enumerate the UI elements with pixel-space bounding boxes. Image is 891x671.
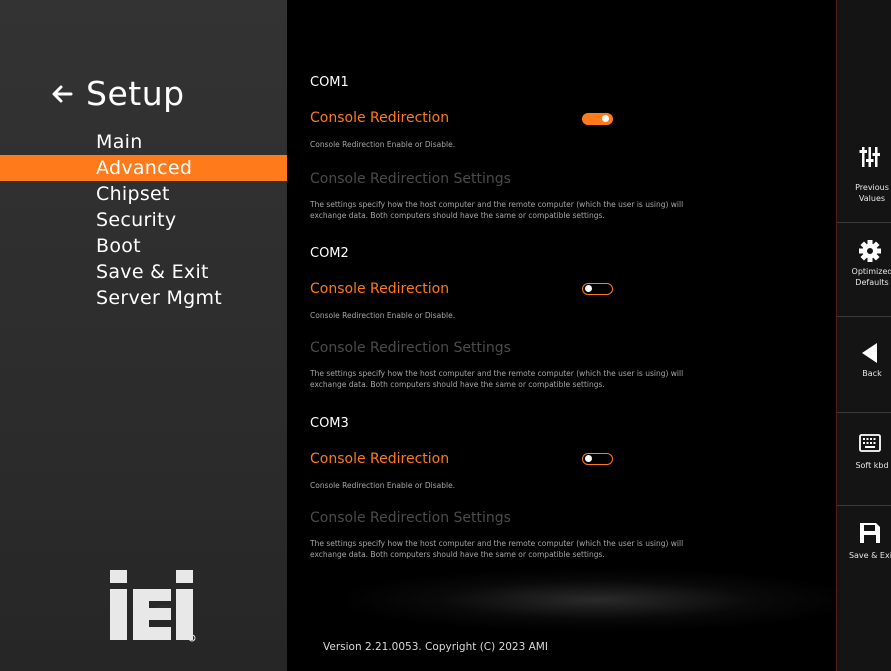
com2-settings-desc-line1: The settings specify how the host comput… [310,369,684,378]
toolbar-divider [837,222,891,223]
com3-heading: COM3 [310,416,349,431]
com2-heading: COM2 [310,246,349,261]
svg-text:R: R [190,636,193,642]
nav-item-main[interactable]: Main [0,129,287,155]
nav-item-boot[interactable]: Boot [0,233,287,259]
main-panel: COM1 Console Redirection Console Redirec… [287,0,836,671]
nav-item-advanced[interactable]: Advanced [0,155,287,181]
gear-icon [859,240,881,262]
com2-console-redirection-settings[interactable]: Console Redirection Settings [310,340,511,356]
nav-item-chipset[interactable]: Chipset [0,181,287,207]
com3-settings-desc-line2: exchange data. Both computers should hav… [310,550,605,559]
com1-settings-desc-line2: exchange data. Both computers should hav… [310,211,605,220]
glow-decoration [347,570,836,630]
previous-values-label: Previous Values [855,183,889,203]
setup-header[interactable]: Setup [50,74,185,113]
setup-title: Setup [86,74,185,113]
com2-console-redirection-toggle[interactable] [582,283,613,295]
save-exit-label: Save & Exit [848,551,891,560]
toggle-knob [602,115,609,122]
back-button[interactable]: Back [837,342,891,422]
back-triangle-icon [862,343,877,363]
back-label: Back [862,369,882,378]
com3-console-redirection-settings[interactable]: Console Redirection Settings [310,510,511,526]
com2-settings-desc-line2: exchange data. Both computers should hav… [310,380,605,389]
sidebar: Setup Main Advanced Chipset Security Boo… [0,0,287,671]
com1-console-redirection-settings[interactable]: Console Redirection Settings [310,171,511,187]
soft-keyboard-button[interactable]: Soft kbd [837,432,891,512]
optimized-defaults-button[interactable]: Optimized Defaults [837,240,891,320]
com1-heading: COM1 [310,75,349,90]
right-toolbar: Previous Values Optimized Defaults Back [836,0,891,671]
toolbar-divider [837,316,891,317]
com1-settings-desc-line1: The settings specify how the host comput… [310,200,684,209]
nav-item-server-mgmt[interactable]: Server Mgmt [0,285,287,311]
com2-console-redirection-label[interactable]: Console Redirection [310,281,449,297]
nav-menu: Main Advanced Chipset Security Boot Save… [0,129,287,311]
toggle-knob [585,285,592,292]
save-exit-button[interactable]: Save & Exit [837,522,891,602]
keyboard-icon [859,434,881,452]
optimized-defaults-label: Optimized Defaults [851,267,891,287]
back-arrow-icon[interactable] [50,82,74,106]
com3-console-redirection-toggle[interactable] [582,453,613,465]
com1-console-redirection-desc: Console Redirection Enable or Disable. [310,140,456,149]
previous-values-button[interactable]: Previous Values [837,146,891,226]
toolbar-divider [837,505,891,506]
nav-item-security[interactable]: Security [0,207,287,233]
com3-settings-desc-line1: The settings specify how the host comput… [310,539,684,548]
toolbar-divider [837,412,891,413]
com3-console-redirection-label[interactable]: Console Redirection [310,451,449,467]
iei-logo: R [110,570,196,642]
com1-console-redirection-toggle[interactable] [582,113,613,125]
soft-keyboard-label: Soft kbd [855,461,889,470]
toggle-knob [585,455,592,462]
com2-console-redirection-desc: Console Redirection Enable or Disable. [310,311,456,320]
com3-console-redirection-desc: Console Redirection Enable or Disable. [310,481,456,490]
floppy-icon [860,523,880,543]
com1-console-redirection-label[interactable]: Console Redirection [310,110,449,126]
sliders-icon [859,147,880,167]
version-text: Version 2.21.0053. Copyright (C) 2023 AM… [323,641,548,653]
nav-item-save-exit[interactable]: Save & Exit [0,259,287,285]
